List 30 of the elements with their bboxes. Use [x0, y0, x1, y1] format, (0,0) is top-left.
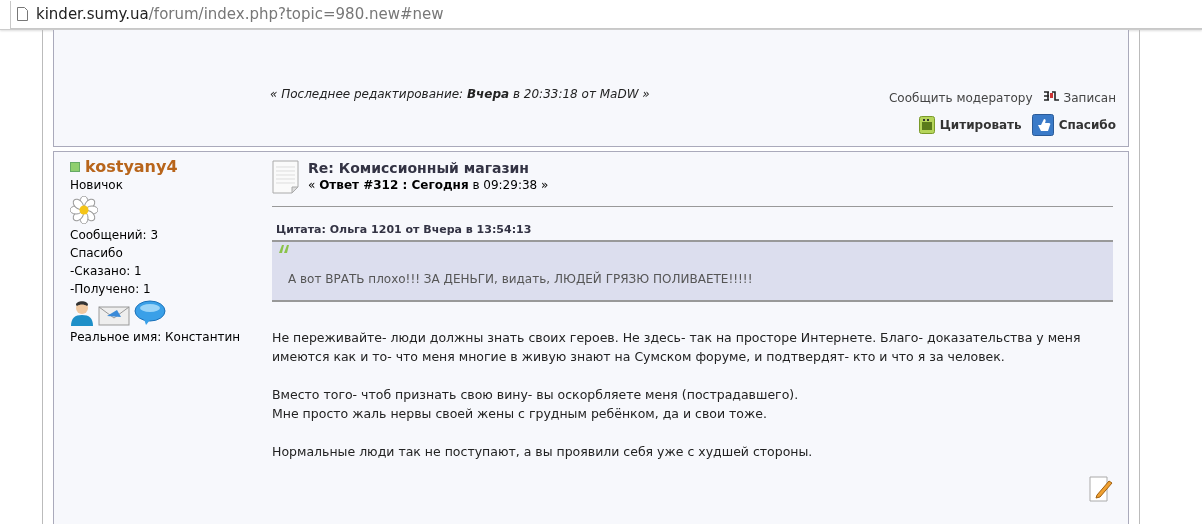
post-text: Мне просто жаль нервы своей жены с грудным ребёнком, да и свои тоже.: [272, 405, 768, 423]
report-link[interactable]: Сообщить модератору: [888, 91, 1033, 105]
stat-text: Сообщений: 3: [70, 228, 160, 242]
post-title[interactable]: Re: Комиссионный магазин: [308, 160, 549, 176]
flower-icon: [70, 196, 98, 224]
document-icon: [272, 160, 300, 194]
stat-text: -Сказано: 1: [70, 264, 143, 278]
real-name-text: Реальное имя: Константин: [70, 330, 242, 344]
thanks-button[interactable]: Спасибо: [1031, 114, 1116, 136]
url-text[interactable]: kinder.sumy.ua/forum/index.php?topic=980.new#new: [36, 5, 444, 23]
post-text: Нормальные люди так не поступают, а вы проявили себя уже с худшей стороны.: [272, 443, 814, 461]
quote-mark-icon: [278, 244, 290, 254]
quote-header: Цитата: Ольга 1201 от Вчера в 13:54:13: [276, 223, 533, 236]
chat-bubble-icon[interactable]: [134, 300, 166, 326]
quote-icon: [918, 116, 935, 134]
quote-text: А вот ВРАТЬ плохо!!! ЗА ДЕНЬГИ, видать, ЛЮДЕЙ ГРЯЗЮ ПОЛИВАЕТЕ!!!!!: [288, 272, 753, 286]
rank-text: Новичок: [70, 178, 124, 192]
page-icon: [17, 7, 28, 21]
status-text: Записан: [1063, 91, 1116, 105]
last-edit-text: « Последнее редактирование: Вчера в 20:33:18 от MaDW »: [270, 87, 650, 101]
profile-icon[interactable]: [70, 300, 94, 326]
thumbs-up-icon: [1031, 114, 1054, 136]
edit-icon[interactable]: [1089, 476, 1113, 502]
quote-button[interactable]: Цитировать: [918, 114, 1022, 136]
post-meta-text: « Ответ #312 : Сегодня в 09:29:38 »: [308, 178, 549, 192]
stat-text: -Получено: 1: [70, 282, 152, 296]
post-text: Не переживайте- люди должны знать своих героев. Не здесь- так на просторе Интернете. Благо- доказательства у меня имеются как и то- что меня многие в живую знают на Сумском форуме, и подтвердят- кто и что я за человек.: [272, 329, 1082, 366]
username-link[interactable]: kostyany4: [85, 160, 178, 174]
stat-text: Спасибо: [70, 246, 124, 260]
post-text: Вместо того- чтоб признать свою вину- вы оскорбляете меня (пострадавшего).: [272, 386, 800, 404]
